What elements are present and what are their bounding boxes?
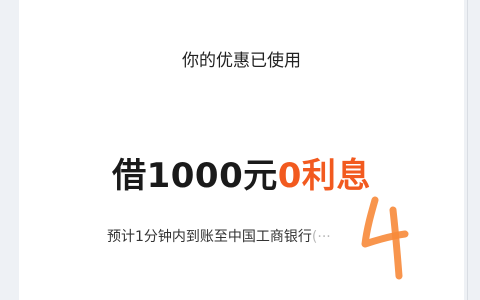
handwritten-scribble-mark (361, 196, 409, 280)
right-edge-divider (467, 0, 468, 300)
arrival-eta-tail: (··· (311, 229, 331, 245)
loan-headline: 借1000元0利息 (19, 148, 464, 197)
zero-interest-text: 0利息 (277, 156, 371, 196)
coupon-used-title: 你的优惠已使用 (182, 51, 301, 71)
coupon-result-card: 你的优惠已使用 借1000元0利息 预计1分钟内到账至中国工商银行(··· (19, 0, 464, 300)
arrival-eta-text: 预计1分钟内到账至中国工商银行(··· (107, 226, 331, 246)
loan-amount-text: 借1000元 (112, 156, 278, 196)
arrival-eta-main: 预计1分钟内到账至中国工商银行 (107, 229, 312, 245)
